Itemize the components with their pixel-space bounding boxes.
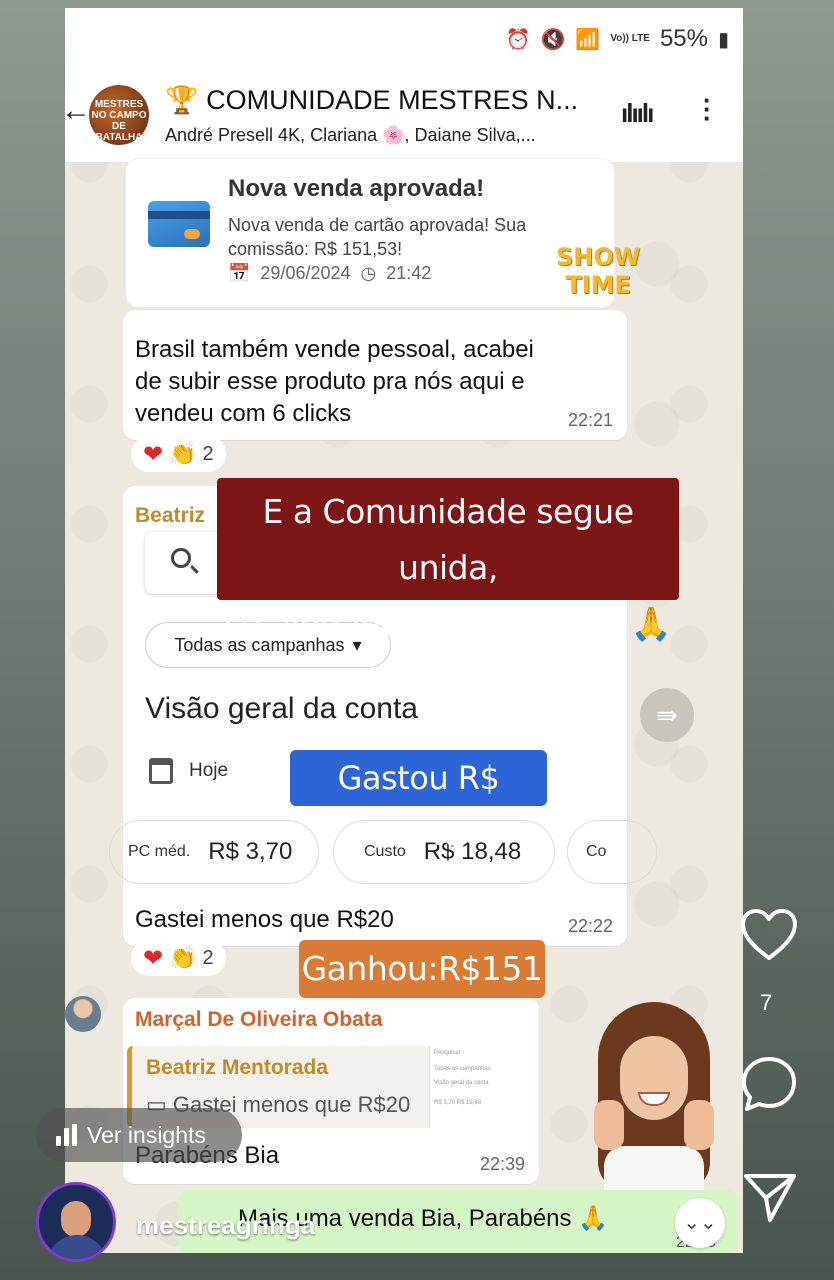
clap-reaction-icon: 👏: [169, 441, 197, 466]
mute-icon: 🔇: [540, 28, 566, 51]
forward-button[interactable]: ⇛: [640, 688, 694, 742]
group-participants[interactable]: André Presell 4K, Clariana 🌸, Daiane Sil…: [165, 125, 536, 146]
showtime-line-1: SHOW: [556, 243, 641, 271]
group-avatar[interactable]: MESTRES NO CAMPO DE BATALHA: [89, 85, 149, 145]
showtime-badge: SHOW TIME: [556, 243, 640, 299]
chat-message[interactable]: Brasil também vende pessoal, acabei de s…: [123, 310, 627, 440]
message-line: de subir esse produto pra nós aqui e: [135, 368, 525, 395]
message-line: Brasil também vende pessoal, acabei: [135, 336, 534, 363]
like-heart-icon[interactable]: [740, 908, 798, 962]
heart-reaction-icon: ❤: [143, 944, 164, 972]
account-overview-title: Visão geral da conta: [145, 692, 418, 725]
group-title[interactable]: 🏆 COMUNIDADE MESTRES N...: [165, 84, 578, 116]
insights-label: Ver insights: [87, 1121, 206, 1148]
thumb-search-label: Pesquisar: [434, 1050, 461, 1056]
metric-label: PC méd.: [128, 843, 191, 860]
battery-icon: ▮: [717, 28, 729, 51]
alarm-icon: ⏰: [505, 28, 531, 51]
metric-pill: PC méd. R$ 3,70: [109, 820, 319, 884]
thumb-dropdown-label: Todas as campanhas: [434, 1066, 491, 1072]
search-icon: [171, 548, 191, 568]
credit-card-icon: [148, 201, 210, 247]
quoted-sender: Beatriz Mentorada: [146, 1056, 329, 1079]
sale-notification-card: Nova venda aprovada! Nova venda de cartã…: [125, 158, 640, 308]
date-range-label: Hoje: [189, 760, 229, 781]
comment-icon[interactable]: [740, 1055, 798, 1113]
group-avatar-text: MESTRES NO CAMPO DE BATALHA: [91, 99, 147, 143]
calendar-icon: [149, 758, 173, 784]
sender-name: Beatriz: [135, 504, 206, 527]
network-indicator: Vo)) LTE: [610, 33, 650, 44]
notification-date: 29/06/2024: [260, 263, 351, 283]
clock-icon: ◷: [360, 263, 377, 283]
image-caption: Gastei menos que R$20: [135, 906, 394, 933]
showtime-line-2: TIME: [565, 271, 631, 299]
caption-overlay-community: E a Comunidade segue unida, se ajudando …: [217, 478, 679, 643]
double-chevron-down-icon: ⌄⌄: [683, 1212, 717, 1234]
overlay-line: se ajudando e Vendendo 🙏: [224, 604, 672, 643]
quoted-thumbnail: Pesquisar Todas as campanhas Visão geral…: [429, 1046, 531, 1128]
notification-body: Nova venda de cartão aprovada! Sua comis…: [228, 215, 527, 259]
view-insights-button[interactable]: Ver insights: [36, 1108, 242, 1162]
metric-value: R$ 3,70: [208, 838, 293, 865]
story-frame: ⏰ 🔇 📶 Vo)) LTE 55% ▮ ← MESTRES NO CAMPO …: [65, 8, 743, 1253]
caption-overlay-spent: Gastou R$ 18,48: [290, 750, 547, 853]
thumb-metrics-label: R$ 3,70 R$ 18,48: [434, 1100, 482, 1106]
calendar-icon: 📅: [228, 263, 251, 283]
caption-overlay-earned: Ganhou:R$151: [299, 940, 545, 998]
share-paper-plane-icon[interactable]: [742, 1170, 798, 1226]
message-time: 22:22: [567, 916, 613, 936]
like-count: 7: [760, 990, 773, 1015]
notification-meta: 📅 29/06/2024 ◷ 21:42: [228, 263, 431, 284]
message-line: vendeu com 6 clicks: [135, 400, 352, 427]
forward-icon: ⇛: [656, 700, 678, 730]
reaction-count: 2: [202, 442, 214, 465]
sender-avatar[interactable]: [65, 996, 101, 1032]
overlay-line: E a Comunidade segue unida,: [262, 492, 635, 587]
thumbs-up-sticker: [568, 996, 740, 1196]
wifi-icon: 📶: [575, 28, 601, 51]
reaction-count: 2: [202, 946, 214, 969]
metric-label: Co: [586, 843, 607, 860]
profile-avatar[interactable]: [36, 1182, 116, 1262]
scroll-down-button[interactable]: ⌄⌄: [675, 1198, 725, 1248]
notification-time: 21:42: [386, 263, 432, 283]
notification-title: Nova venda aprovada!: [228, 175, 485, 202]
chat-header: ← MESTRES NO CAMPO DE BATALHA 🏆 COMUNIDA…: [65, 70, 743, 162]
clap-reaction-icon: 👏: [169, 945, 197, 970]
voice-chat-icon[interactable]: ılıılı: [621, 98, 654, 129]
back-arrow-icon[interactable]: ←: [65, 94, 91, 128]
thumb-overview-label: Visão geral da conta: [434, 1080, 489, 1086]
battery-level: 55%: [659, 25, 708, 52]
heart-reaction-icon: ❤: [143, 440, 164, 468]
story-username[interactable]: mestreagringa: [136, 1210, 315, 1241]
status-bar: ⏰ 🔇 📶 Vo)) LTE 55% ▮: [65, 8, 743, 70]
metric-pill: Co: [567, 820, 657, 884]
sender-name: Marçal De Oliveira Obata: [135, 1008, 383, 1031]
message-reactions[interactable]: ❤ 👏 2: [131, 940, 226, 976]
message-time: 22:21: [567, 410, 613, 430]
message-time: 22:39: [479, 1154, 525, 1174]
message-reactions[interactable]: ❤ 👏 2: [131, 436, 226, 472]
insights-bars-icon: [56, 1124, 77, 1146]
more-options-icon[interactable]: · · ·: [703, 87, 712, 131]
